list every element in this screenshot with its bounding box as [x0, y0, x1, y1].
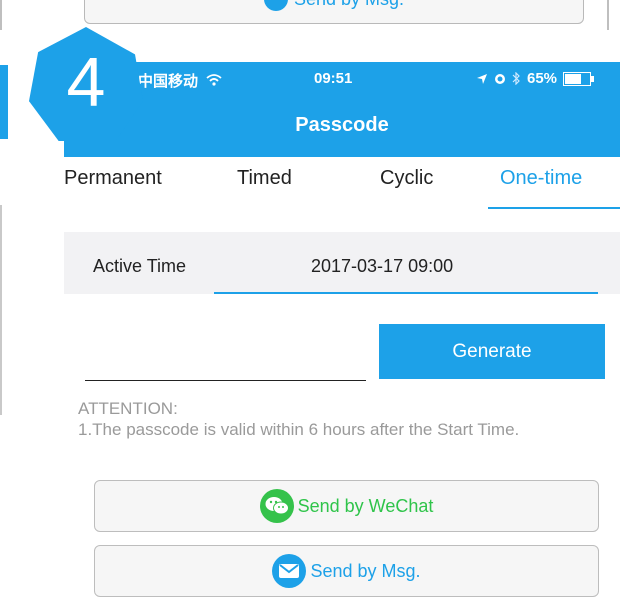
active-time-row[interactable]: Active Time 2017-03-17 09:00	[64, 232, 620, 294]
passcode-output-field[interactable]	[85, 316, 366, 381]
tab-timed[interactable]: Timed	[237, 167, 292, 190]
tab-permanent[interactable]: Permanent	[64, 167, 162, 190]
wechat-icon	[259, 489, 294, 523]
send-by-wechat-label: Send by WeChat	[297, 495, 434, 516]
carrier-text: 中国移动	[138, 73, 199, 90]
tab-one-time[interactable]: One-time	[500, 167, 582, 190]
neighbor-frame-edge	[0, 65, 8, 139]
bluetooth-icon	[512, 72, 520, 85]
status-time: 09:51	[314, 70, 353, 87]
step-number: 4	[66, 43, 106, 121]
previous-send-msg-button[interactable]: Send by Msg.	[84, 0, 584, 24]
frame-border	[607, 0, 609, 30]
phone-screen: 中国移动 09:51 65% Passcode Permanent Timed …	[64, 62, 620, 605]
attention-text: 1.The passcode is valid within 6 hours a…	[78, 420, 520, 439]
active-tab-indicator	[488, 207, 620, 209]
alarm-icon	[495, 73, 505, 84]
mail-icon	[272, 554, 307, 588]
active-time-label: Active Time	[93, 256, 187, 276]
app-header: 中国移动 09:51 65% Passcode	[64, 62, 620, 157]
carrier-label: 中国移动	[138, 70, 222, 91]
attention-note: ATTENTION: 1.The passcode is valid withi…	[78, 398, 598, 440]
generate-button[interactable]: Generate	[379, 324, 605, 379]
mail-icon	[263, 0, 288, 11]
passcode-type-tabs: Permanent Timed Cyclic One-time	[64, 157, 620, 215]
send-by-msg-label: Send by Msg.	[310, 560, 421, 581]
attention-title: ATTENTION:	[78, 399, 178, 418]
active-time-underline	[214, 292, 598, 294]
active-time-value[interactable]: 2017-03-17 09:00	[311, 256, 453, 277]
previous-send-msg-label: Send by Msg.	[294, 0, 404, 10]
neighbor-frame-border	[0, 205, 2, 415]
send-by-wechat-button[interactable]: Send by WeChat	[94, 480, 599, 532]
status-indicators: 65%	[476, 70, 595, 87]
location-arrow-icon	[477, 73, 487, 84]
page-title: Passcode	[295, 114, 389, 136]
wifi-icon	[206, 74, 222, 86]
battery-percent: 65%	[527, 70, 558, 87]
previous-screen-fragment: Send by Msg.	[0, 0, 620, 30]
status-bar: 中国移动 09:51 65%	[64, 62, 620, 98]
frame-border	[0, 0, 2, 30]
step-badge: 4	[29, 27, 143, 141]
send-by-msg-button[interactable]: Send by Msg.	[94, 545, 599, 597]
tab-cyclic[interactable]: Cyclic	[380, 167, 433, 190]
battery-icon	[563, 71, 595, 86]
